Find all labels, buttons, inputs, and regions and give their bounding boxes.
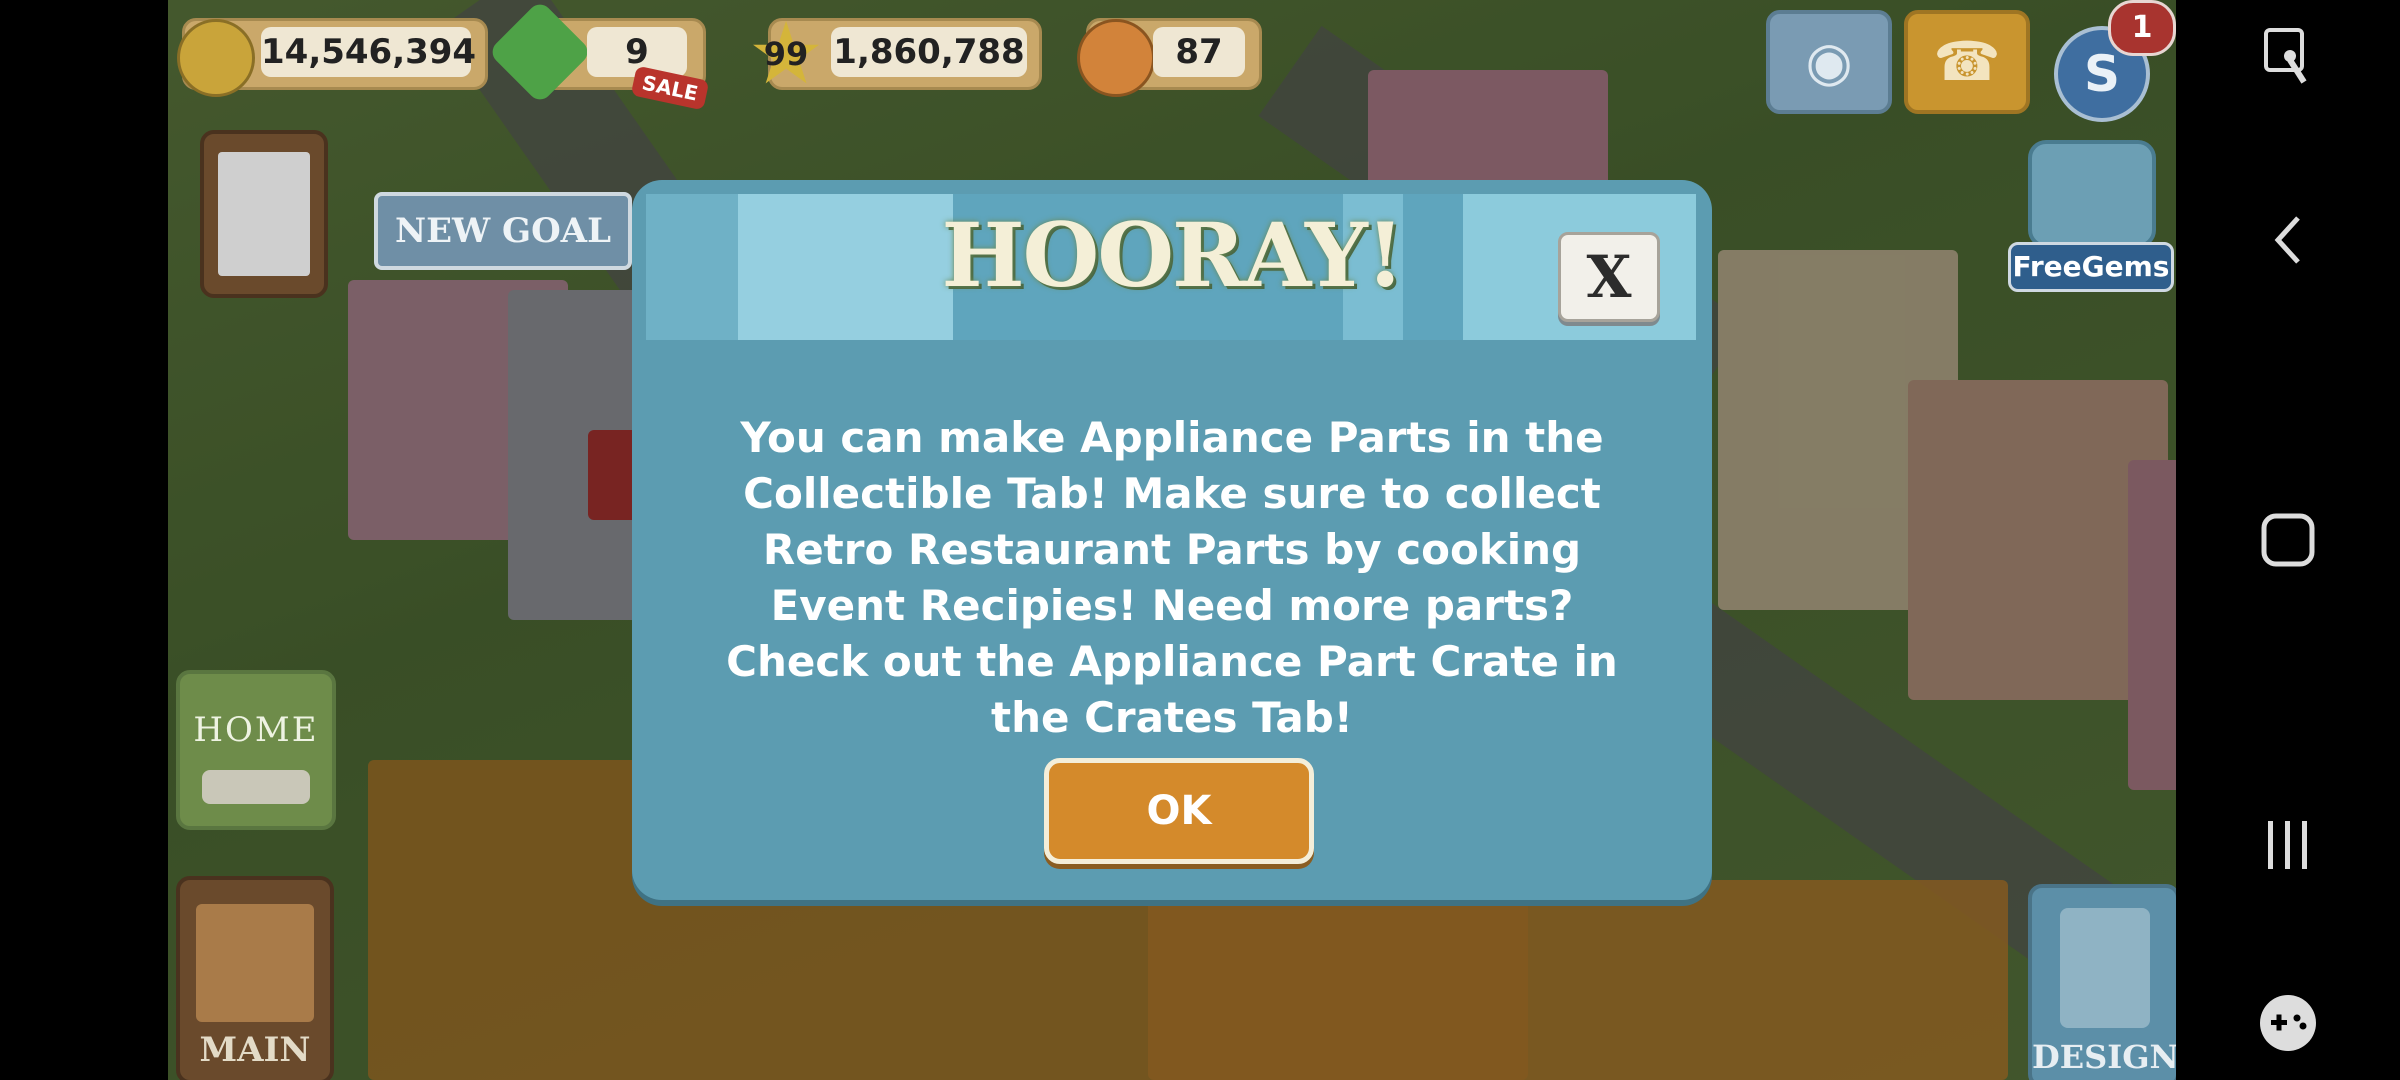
clipboard-icon — [218, 152, 310, 276]
sofa-icon — [202, 770, 310, 804]
level-value: 99 — [763, 35, 809, 73]
home-label: HOME — [193, 710, 319, 750]
camera-icon: ◉ — [1805, 30, 1853, 93]
coins-counter[interactable]: 14,546,394 — [177, 18, 488, 97]
back-icon[interactable] — [2176, 210, 2400, 270]
game-tools-icon[interactable] — [2176, 990, 2400, 1056]
clipboard-icon — [196, 904, 314, 1022]
screen-lock-icon[interactable] — [2176, 22, 2400, 88]
goals-clipboard-button[interactable] — [200, 130, 328, 298]
friends-value: 87 — [1153, 27, 1245, 77]
xp-value: 1,860,788 — [831, 27, 1027, 77]
xp-counter[interactable]: ★ 99 1,860,788 — [747, 9, 1042, 99]
friend-face-icon — [1077, 19, 1155, 97]
hammer-icon — [2060, 908, 2150, 1028]
dialog-message: You can make Appliance Parts in the Coll… — [726, 413, 1618, 742]
main-menu-button[interactable]: MAIN — [176, 876, 334, 1080]
notification-badge: 1 — [2108, 0, 2176, 56]
recents-icon[interactable] — [2176, 815, 2400, 875]
ok-button[interactable]: OK — [1044, 758, 1314, 864]
home-button[interactable]: HOME — [176, 670, 336, 830]
hooray-dialog: HOORAY! X You can make Appliance Parts i… — [632, 180, 1712, 900]
camera-button[interactable]: ◉ — [1766, 10, 1892, 114]
design-label: DESIGN — [2032, 1038, 2176, 1076]
header-stripe — [1403, 194, 1463, 340]
system-nav-bar — [2176, 0, 2400, 1080]
main-label: MAIN — [199, 1030, 311, 1070]
phone-button[interactable]: ☎ — [1904, 10, 2030, 114]
close-button[interactable]: X — [1558, 232, 1660, 322]
tv-gem-icon — [2028, 140, 2156, 248]
coin-icon — [177, 19, 255, 97]
free-gems-button[interactable]: FreeGems — [2008, 130, 2174, 292]
game-scene: 14,546,394 9 SALE ★ 99 1,860,788 87 ◉ ☎ … — [168, 0, 2176, 1080]
header-stripe — [738, 194, 953, 340]
design-button[interactable]: DESIGN — [2028, 884, 2176, 1080]
friends-counter[interactable]: 87 — [1077, 18, 1262, 97]
free-gems-label: FreeGems — [2008, 242, 2174, 292]
header-stripe — [646, 194, 738, 340]
home-icon[interactable] — [2176, 510, 2400, 570]
dialog-title: HOORAY! — [941, 203, 1405, 307]
new-goal-banner[interactable]: NEW GOAL — [374, 192, 632, 270]
phone-icon: ☎ — [1933, 30, 2001, 93]
coins-value: 14,546,394 — [261, 27, 476, 77]
gems-counter[interactable]: 9 SALE — [487, 0, 710, 111]
